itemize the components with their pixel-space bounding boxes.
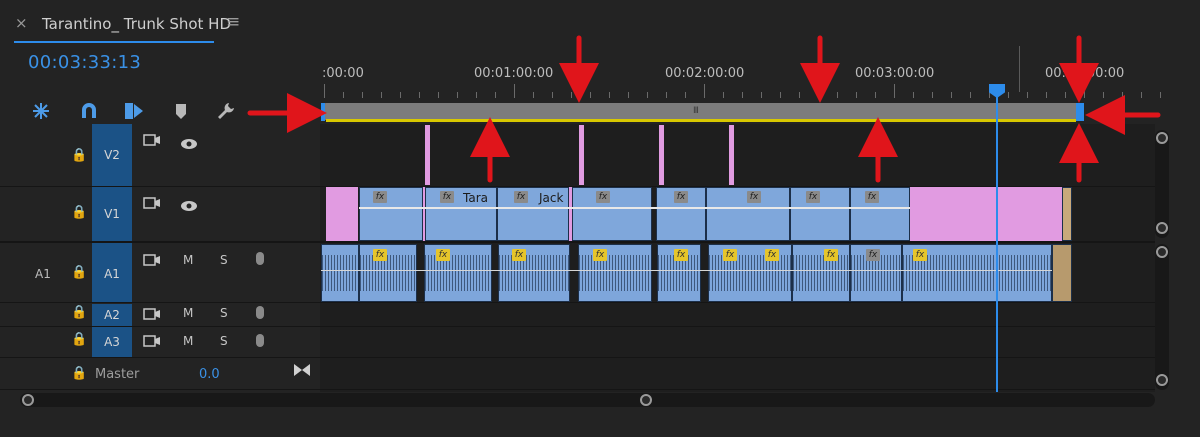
- annotation-arrows: [247, 35, 1161, 183]
